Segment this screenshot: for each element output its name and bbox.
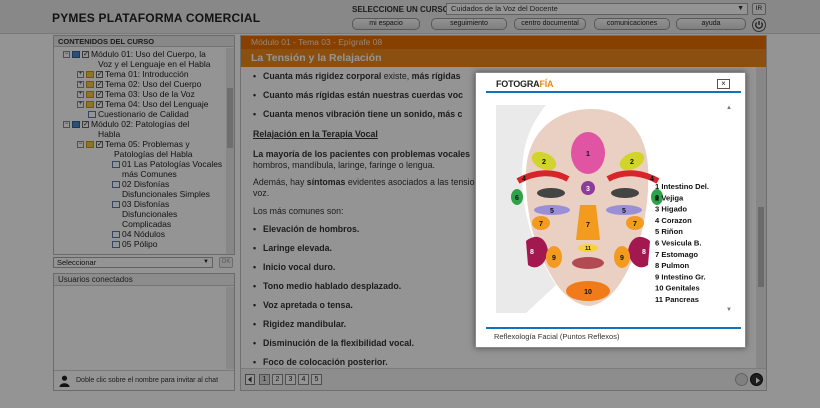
legend-entry: 10 Genitales bbox=[655, 284, 700, 293]
zone-label: 10 bbox=[584, 289, 592, 296]
modal-scrollbar[interactable]: ▲ ▼ bbox=[726, 105, 734, 313]
zone-label: 7 bbox=[586, 222, 590, 229]
eye-right bbox=[611, 188, 639, 198]
zone-label: 11 bbox=[585, 246, 591, 252]
zone-label: 2 bbox=[542, 159, 546, 166]
legend-entry: 4 Corazon bbox=[655, 216, 692, 225]
zone-label: 8 bbox=[530, 249, 534, 256]
legend-entry: 7 Estomago bbox=[655, 250, 698, 259]
modal-divider-bottom bbox=[486, 327, 741, 329]
zone-label: 2 bbox=[630, 159, 634, 166]
legend-entry: 8 Pulmon bbox=[655, 261, 690, 270]
close-button[interactable]: × bbox=[717, 79, 730, 89]
zone-label: 6 bbox=[515, 195, 519, 202]
image-caption: Reflexología Facial (Puntos Reflexos) bbox=[494, 332, 620, 341]
eye-left bbox=[537, 188, 565, 198]
legend-entry: 2 Vejiga bbox=[655, 193, 684, 202]
legend-entry: 5 Riñon bbox=[655, 227, 683, 236]
modal-logo-prefix: FOTOGRA bbox=[496, 79, 540, 89]
legend-entry: 3 Higado bbox=[655, 205, 687, 214]
zone-label: 9 bbox=[552, 255, 556, 262]
legend-entry: 11 Pancreas bbox=[655, 295, 699, 304]
zone-label: 5 bbox=[550, 208, 554, 215]
zone-label: 4 bbox=[522, 176, 526, 183]
scroll-up-icon[interactable]: ▲ bbox=[726, 105, 732, 111]
image-modal: FOTOGRAFÍA × 1 2 2 3 4 4 5 5 6 6 7 7 7 8… bbox=[475, 72, 746, 348]
lips bbox=[572, 257, 604, 269]
modal-logo-suffix: FÍA bbox=[539, 79, 554, 89]
zone-label: 3 bbox=[586, 186, 590, 193]
zone-label: 1 bbox=[586, 151, 590, 158]
zone-label: 9 bbox=[620, 255, 624, 262]
legend-entry: 1 Intestino Del. bbox=[655, 182, 709, 191]
modal-logo: FOTOGRAFÍA bbox=[496, 79, 554, 89]
legend-entry: 9 Intestino Gr. bbox=[655, 272, 706, 281]
scroll-down-icon[interactable]: ▼ bbox=[726, 307, 732, 313]
modal-divider bbox=[486, 91, 741, 93]
zone-label: 5 bbox=[622, 208, 626, 215]
zone-label: 8 bbox=[642, 249, 646, 256]
zone-label: 7 bbox=[539, 221, 543, 228]
legend-entry: 6 Vesicula B. bbox=[655, 239, 701, 248]
face-reflexology-image: 1 2 2 3 4 4 5 5 6 6 7 7 7 8 8 9 9 10 11 … bbox=[496, 105, 718, 313]
zone-label: 7 bbox=[633, 221, 637, 228]
zone-label: 4 bbox=[650, 176, 654, 183]
